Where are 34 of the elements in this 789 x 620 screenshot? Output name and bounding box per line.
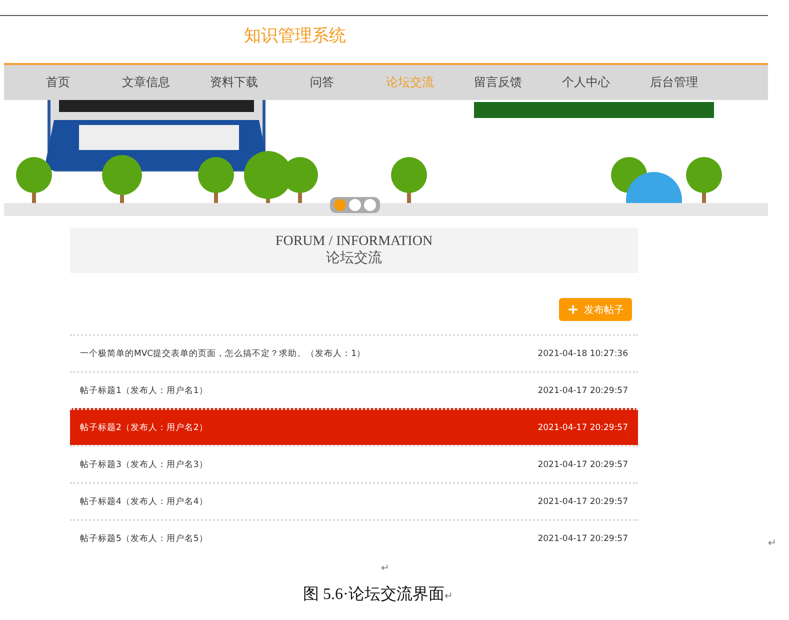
- nav-link[interactable]: 留言反馈: [454, 74, 542, 91]
- paragraph-mark: ↵: [381, 563, 390, 574]
- post-row[interactable]: 一个极简单的MVC提交表单的页面，怎么搞不定？求助。（发布人：1） 2021-04-18 10:27:36: [70, 334, 638, 371]
- post-row[interactable]: 帖子标题4（发布人：用户名4） 2021-04-17 20:29:57: [70, 482, 638, 519]
- site-title: 知识管理系统: [244, 25, 346, 47]
- post-row[interactable]: 帖子标题2（发布人：用户名2） 2021-04-17 20:29:57: [70, 408, 638, 445]
- nav-link[interactable]: 文章信息: [102, 74, 190, 91]
- nav-link[interactable]: 资料下载: [190, 74, 278, 91]
- carousel-dot[interactable]: [334, 199, 346, 211]
- nav-link[interactable]: 后台管理: [630, 74, 718, 91]
- paragraph-mark: ↵: [768, 538, 776, 549]
- heading-english: FORUM / INFORMATION: [275, 234, 433, 250]
- post-time: 2021-04-17 20:29:57: [538, 496, 628, 506]
- post-title: 帖子标题2（发布人：用户名2）: [80, 422, 208, 434]
- post-row[interactable]: 帖子标题5（发布人：用户名5） 2021-04-17 20:29:57: [70, 519, 638, 556]
- post-title: 帖子标题4（发布人：用户名4）: [80, 496, 208, 508]
- heading-chinese: 论坛交流: [326, 250, 382, 267]
- post-time: 2021-04-17 20:29:57: [538, 534, 628, 544]
- paragraph-mark: ↵: [444, 590, 452, 602]
- figure-caption: 图 5.6·论坛交流界面: [303, 584, 444, 605]
- post-title: 一个极简单的MVC提交表单的页面，怎么搞不定？求助。（发布人：1）: [80, 348, 366, 360]
- post-title: 帖子标题5（发布人：用户名5）: [80, 532, 208, 544]
- post-row[interactable]: 帖子标题3（发布人：用户名3） 2021-04-17 20:29:57: [70, 445, 638, 482]
- nav-link[interactable]: 问答: [278, 74, 366, 91]
- post-title: 帖子标题1（发布人：用户名1）: [80, 384, 208, 396]
- post-time: 2021-04-18 10:27:36: [538, 348, 628, 358]
- carousel-dot[interactable]: [364, 199, 376, 211]
- post-time: 2021-04-17 20:29:57: [538, 460, 628, 470]
- nav-link[interactable]: 首页: [14, 74, 102, 91]
- nav-link[interactable]: 个人中心: [542, 74, 630, 91]
- post-time: 2021-04-17 20:29:57: [538, 422, 628, 432]
- post-title: 帖子标题3（发布人：用户名3）: [80, 458, 208, 470]
- carousel-dot[interactable]: [349, 199, 361, 211]
- post-time: 2021-04-17 20:29:57: [538, 386, 628, 396]
